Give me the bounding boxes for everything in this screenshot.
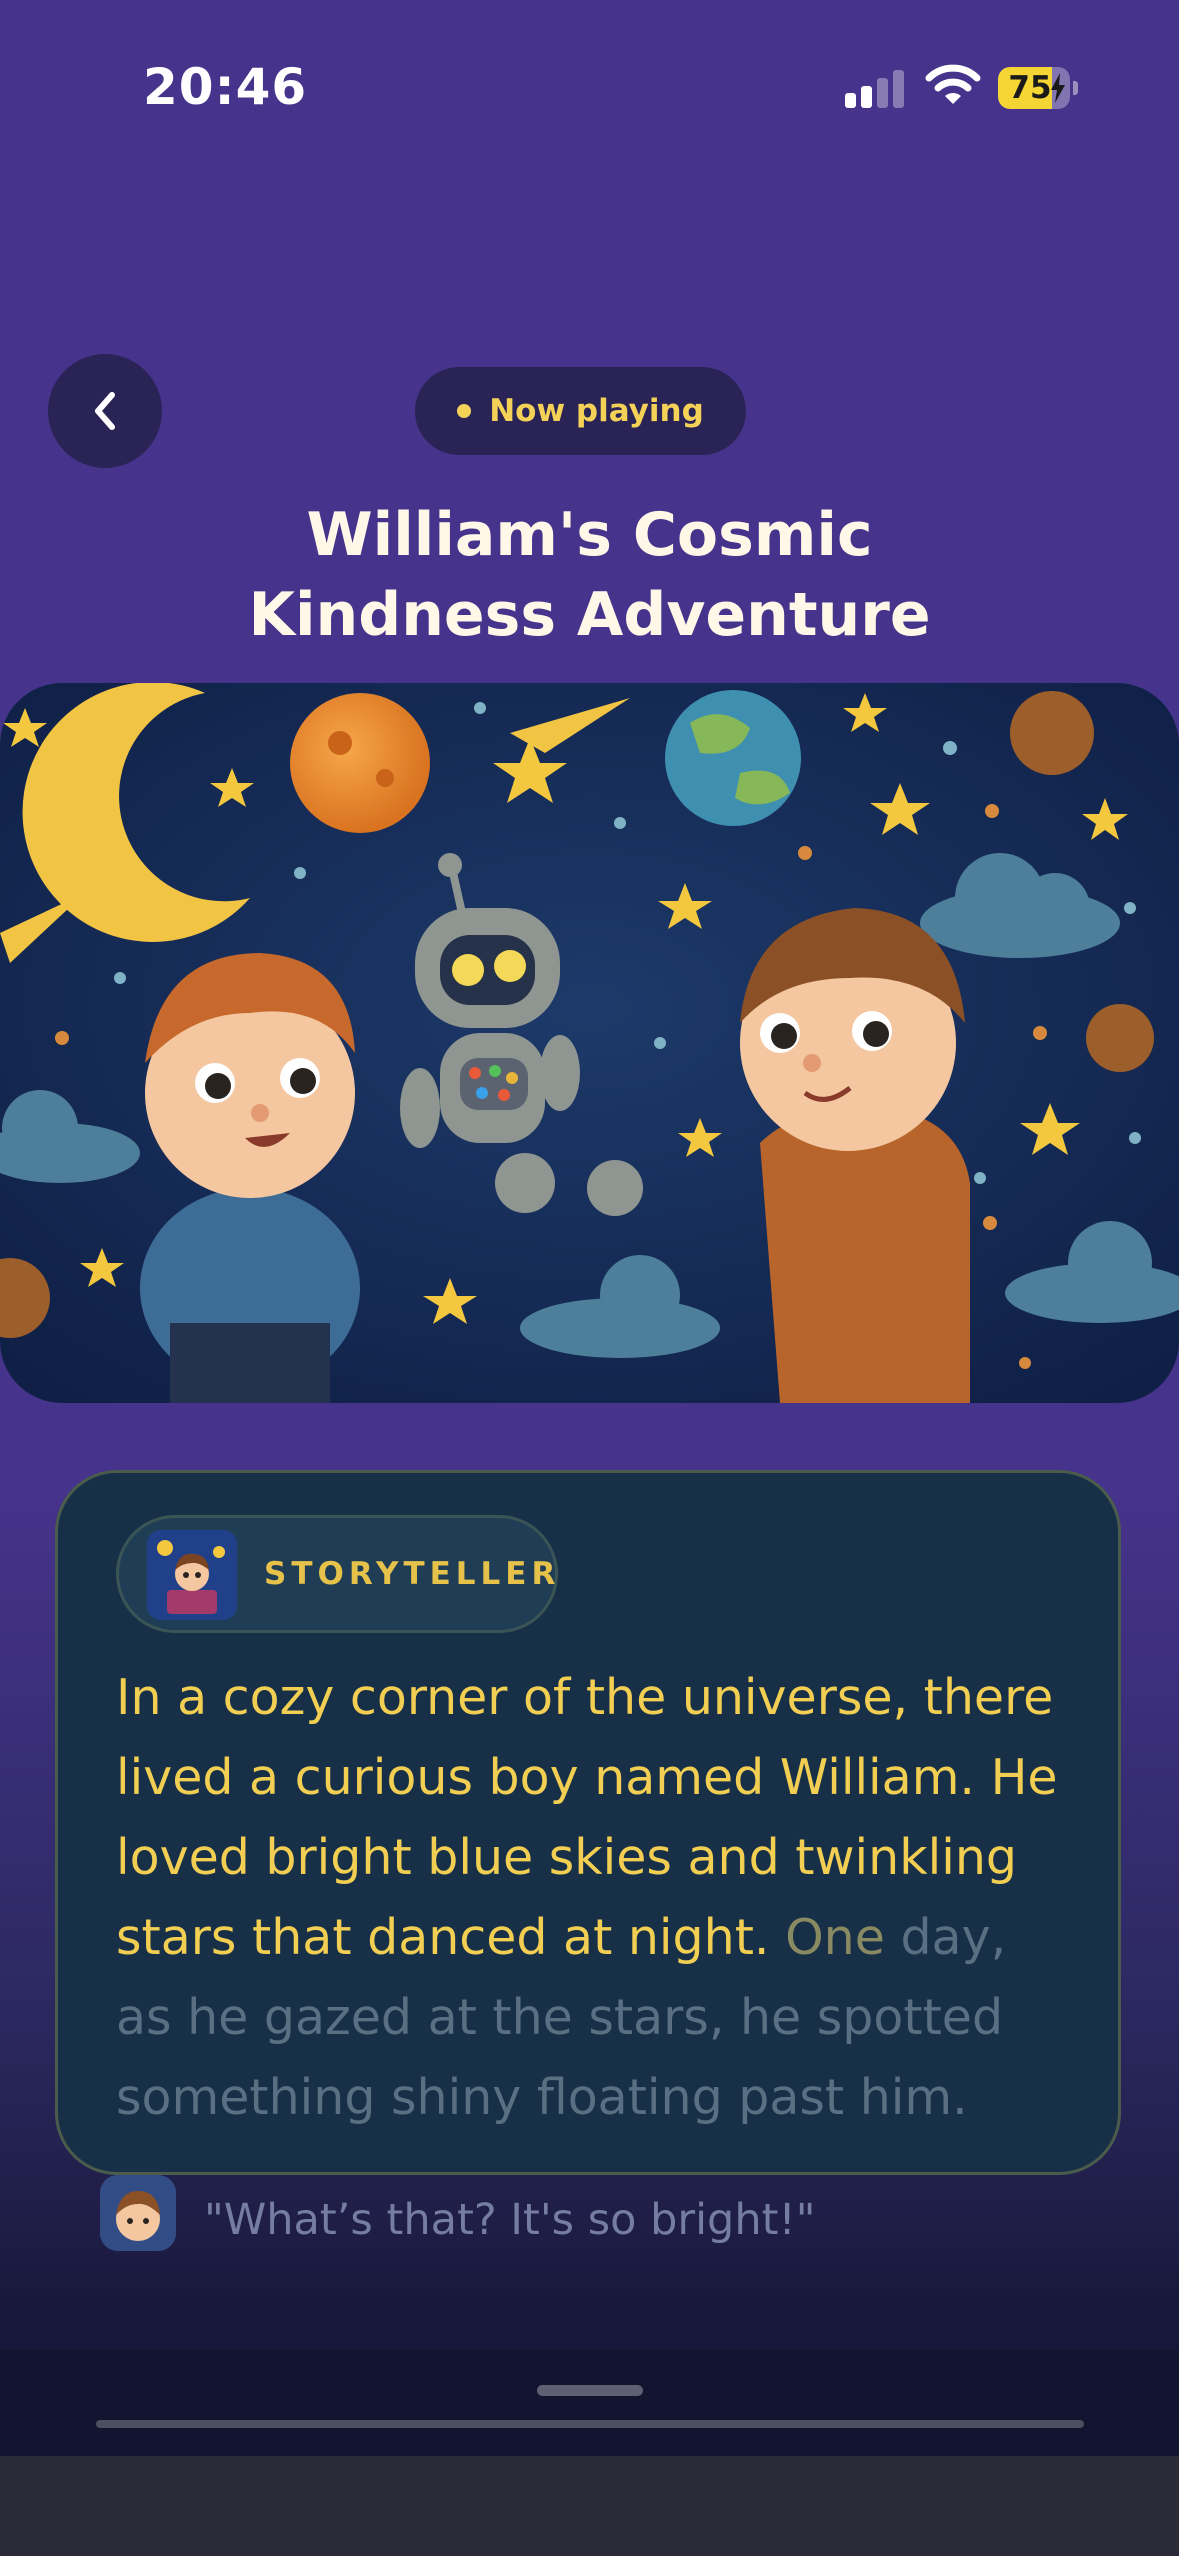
wifi-icon: [925, 64, 981, 104]
next-line-text: "What’s that? It's so bright!": [204, 2195, 816, 2245]
story-text: In a cozy corner of the universe, there …: [116, 1658, 1076, 2138]
now-playing-label: Now playing: [489, 393, 704, 429]
cellular-signal-icon: [845, 68, 905, 108]
story-text-current-word: One: [785, 1909, 885, 1966]
back-button[interactable]: [48, 354, 162, 468]
live-dot-icon: [457, 404, 472, 418]
bolt-icon: [1051, 73, 1065, 103]
home-indicator-area: [0, 2456, 1179, 2556]
storyteller-avatar: [147, 1530, 237, 1620]
story-title: William's Cosmic Kindness Adventure: [248, 500, 931, 650]
speaker-chip: STORYTELLER: [116, 1515, 558, 1633]
player-bar[interactable]: [0, 2350, 1179, 2456]
drag-handle[interactable]: [537, 2385, 643, 2396]
battery-indicator: 75: [998, 67, 1078, 109]
progress-bar[interactable]: [96, 2420, 1084, 2428]
story-illustration: [0, 683, 1179, 1403]
now-playing-badge: Now playing: [415, 367, 746, 455]
story-card: STORYTELLER In a cozy corner of the univ…: [55, 1470, 1121, 2175]
status-bar: 20:46 75: [0, 0, 1179, 170]
chevron-left-icon: [95, 392, 115, 430]
speaker-label: STORYTELLER: [264, 1556, 561, 1592]
status-time: 20:46: [143, 58, 308, 116]
character-avatar: [100, 2175, 176, 2251]
